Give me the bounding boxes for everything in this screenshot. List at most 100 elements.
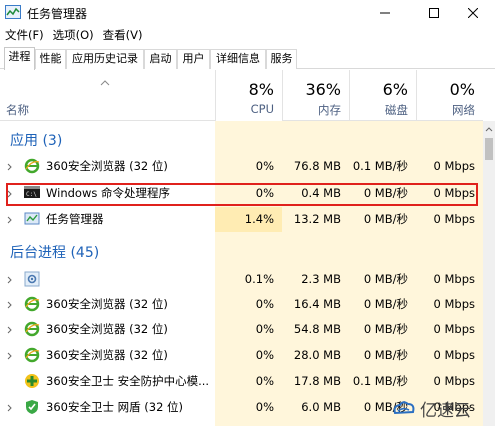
memory-value: 2.3 MB: [301, 272, 341, 286]
watermark: 亿速云: [392, 391, 495, 426]
ie-browser-icon: [24, 296, 40, 312]
chevron-right-icon[interactable]: [7, 326, 12, 334]
disk-value: 0 MB/秒: [363, 348, 408, 362]
tab-strip: 进程 性能 应用历史记录 启动 用户 详细信息 服务: [0, 47, 495, 70]
chevron-right-icon[interactable]: [7, 276, 12, 284]
menu-options[interactable]: 选项(O): [48, 25, 98, 46]
menu-view[interactable]: 查看(V): [98, 25, 147, 46]
tab-services[interactable]: 服务: [266, 49, 297, 69]
disk-value: 0 MB/秒: [363, 322, 408, 336]
chevron-right-icon[interactable]: [7, 352, 12, 360]
vertical-scrollbar[interactable]: [483, 121, 495, 426]
tab-details[interactable]: 详细信息: [210, 49, 266, 69]
memory-value: 17.8 MB: [293, 374, 341, 388]
cpu-value: 0%: [255, 348, 274, 362]
table-row[interactable]: 360安全浏览器 (32 位) 0% 28.0 MB 0 MB/秒 0 Mbps: [0, 343, 483, 368]
chevron-right-icon[interactable]: [7, 404, 12, 412]
process-name: 360安全浏览器 (32 位): [46, 297, 168, 311]
memory-value: 13.2 MB: [293, 212, 341, 226]
process-name: 360安全浏览器 (32 位): [46, 348, 168, 362]
highlight-annotation: [6, 183, 478, 206]
network-value: 0 Mbps: [433, 272, 476, 286]
scroll-up-icon[interactable]: [485, 127, 493, 132]
memory-value: 16.4 MB: [293, 297, 341, 311]
disk-value: 0 MB/秒: [363, 297, 408, 311]
cpu-value: 0%: [255, 400, 274, 414]
disk-value: 0 MB/秒: [363, 272, 408, 286]
column-memory[interactable]: 36% 内存: [282, 70, 349, 121]
process-name: 360安全卫士 安全防护中心模...: [46, 374, 210, 388]
network-value: 0 Mbps: [433, 297, 476, 311]
tab-performance[interactable]: 性能: [35, 49, 66, 69]
process-name: 任务管理器: [46, 212, 104, 226]
scroll-thumb[interactable]: [485, 138, 493, 160]
tab-users[interactable]: 用户: [177, 49, 210, 69]
group-header-background[interactable]: 后台进程 (45): [0, 238, 483, 263]
table-row[interactable]: 360安全浏览器 (32 位) 0% 76.8 MB 0.1 MB/秒 0 Mb…: [0, 154, 483, 179]
ie-browser-icon: [24, 347, 40, 363]
cpu-label: CPU: [250, 102, 274, 116]
cpu-value: 0%: [255, 374, 274, 388]
chevron-right-icon[interactable]: [7, 301, 12, 309]
process-list: 应用 (3) 360安全浏览器 (32 位) 0% 76.8 MB 0.1 MB…: [0, 121, 483, 426]
memory-percent: 36%: [305, 80, 341, 99]
memory-value: 28.0 MB: [293, 348, 341, 362]
network-value: 0 Mbps: [433, 348, 476, 362]
network-label: 网络: [452, 103, 475, 117]
memory-value: 6.0 MB: [301, 400, 341, 414]
close-icon: [468, 7, 478, 18]
network-percent: 0%: [449, 80, 475, 99]
table-row[interactable]: 360安全浏览器 (32 位) 0% 54.8 MB 0 MB/秒 0 Mbps: [0, 317, 483, 342]
task-manager-icon: [24, 212, 40, 225]
menu-file[interactable]: 文件(F): [0, 25, 48, 46]
chevron-right-icon[interactable]: [7, 216, 12, 224]
table-row[interactable]: 360安全浏览器 (32 位) 0% 16.4 MB 0 MB/秒 0 Mbps: [0, 292, 483, 317]
minimize-icon: [380, 12, 390, 13]
network-value: 0 Mbps: [433, 159, 476, 173]
disk-percent: 6%: [382, 80, 408, 99]
sort-up-icon[interactable]: [100, 80, 110, 86]
network-value: 0 Mbps: [433, 322, 476, 336]
close-button[interactable]: [451, 0, 495, 25]
cpu-percent: 8%: [248, 80, 274, 99]
watermark-text: 亿速云: [420, 401, 471, 421]
disk-label: 磁盘: [385, 103, 408, 117]
yisuyun-logo-icon: [393, 400, 415, 414]
360-shield-icon: [26, 400, 38, 414]
group-header-apps[interactable]: 应用 (3): [0, 126, 483, 151]
process-name: 360安全卫士 网盾 (32 位): [46, 400, 184, 414]
memory-value: 76.8 MB: [293, 159, 341, 173]
table-row[interactable]: 任务管理器 1.4% 13.2 MB 0 MB/秒 0 Mbps: [0, 207, 483, 232]
column-disk[interactable]: 6% 磁盘: [349, 70, 416, 121]
group-title-background: 后台进程 (45): [10, 245, 100, 261]
window-title: 任务管理器: [27, 7, 88, 21]
task-manager-app-icon: [5, 5, 21, 19]
title-bar: 任务管理器: [0, 0, 495, 25]
gear-icon: [24, 271, 40, 287]
column-cpu[interactable]: 8% CPU: [215, 70, 282, 121]
column-name[interactable]: 名称: [6, 102, 29, 118]
chevron-right-icon[interactable]: [7, 163, 12, 171]
group-title-apps: 应用 (3): [10, 133, 63, 149]
column-network[interactable]: 0% 网络: [416, 70, 483, 121]
memory-label: 内存: [318, 103, 341, 117]
cpu-value: 0%: [255, 297, 274, 311]
maximize-icon: [429, 7, 439, 18]
table-row[interactable]: 0.1% 2.3 MB 0 MB/秒 0 Mbps: [0, 267, 483, 292]
disk-value: 0 MB/秒: [363, 212, 408, 226]
tab-startup[interactable]: 启动: [144, 49, 177, 69]
cpu-value: 0%: [255, 159, 274, 173]
360-safe-plus-icon: [25, 374, 39, 388]
menu-bar: 文件(F) 选项(O) 查看(V): [0, 25, 495, 46]
cpu-value: 0%: [255, 322, 274, 336]
tab-processes[interactable]: 进程: [4, 47, 35, 70]
ie-browser-icon: [24, 321, 40, 337]
minimize-button[interactable]: [363, 0, 407, 25]
network-value: 0 Mbps: [433, 212, 476, 226]
cpu-value: 1.4%: [215, 207, 282, 232]
tab-app-history[interactable]: 应用历史记录: [66, 49, 144, 69]
disk-value: 0.1 MB/秒: [352, 159, 408, 173]
memory-value: 54.8 MB: [293, 322, 341, 336]
maximize-button[interactable]: [412, 0, 456, 25]
cpu-value: 0.1%: [244, 272, 274, 286]
